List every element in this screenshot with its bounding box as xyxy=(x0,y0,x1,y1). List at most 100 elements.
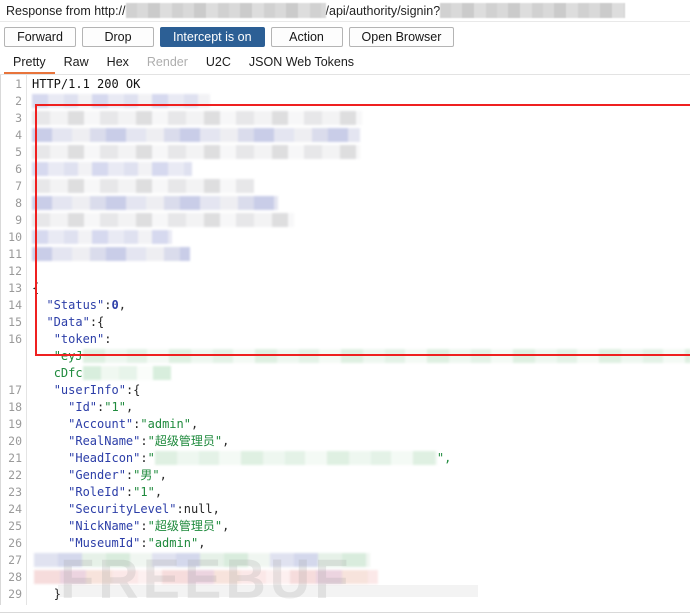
json-colon: : xyxy=(104,332,112,346)
json-brace-open-data: :{ xyxy=(89,315,105,329)
redacted-header xyxy=(32,247,190,261)
json-colon: : xyxy=(140,434,148,448)
line-number: 10 xyxy=(8,230,22,244)
json-key-account: "Account" xyxy=(68,417,134,431)
tab-hex[interactable]: Hex xyxy=(98,53,138,74)
json-key-headicon: "HeadIcon" xyxy=(68,451,141,465)
line-number: 20 xyxy=(8,434,22,448)
forward-button[interactable]: Forward xyxy=(4,26,76,47)
line-number-gutter: 1 2 3 4 5 6 7 8 9 10 11 12 13 14 15 16 1… xyxy=(0,75,27,605)
redacted-header xyxy=(32,162,192,176)
intercept-toolbar: Forward Drop Intercept is on Action Open… xyxy=(0,22,690,51)
redacted-query xyxy=(440,3,626,18)
line-number: 18 xyxy=(8,400,22,414)
code-line-10 xyxy=(28,229,690,246)
code-line-21: "HeadIcon":" ", xyxy=(28,450,690,467)
code-line-2 xyxy=(28,93,690,110)
title-prefix: Response from http:// xyxy=(6,3,126,18)
line-number: 26 xyxy=(8,536,22,550)
json-value-realname: "超级管理员" xyxy=(147,434,223,448)
code-line-5 xyxy=(28,144,690,161)
code-line-23: "RoleId":"1", xyxy=(28,484,690,501)
code-line-13: { xyxy=(28,280,690,297)
code-content[interactable]: HTTP/1.1 200 OK { "Status":0, "Data":{ "… xyxy=(28,75,690,605)
tab-pretty[interactable]: Pretty xyxy=(4,53,55,74)
code-line-18: "Id":"1", xyxy=(28,399,690,416)
json-comma: , xyxy=(118,298,126,312)
tab-u2c[interactable]: U2C xyxy=(197,53,240,74)
redacted-header xyxy=(32,145,360,159)
redacted-header xyxy=(32,196,278,210)
tab-json-web-tokens[interactable]: JSON Web Tokens xyxy=(240,53,363,74)
open-browser-button[interactable]: Open Browser xyxy=(348,26,455,47)
json-value-securitylevel: null xyxy=(183,502,213,516)
code-line-11 xyxy=(28,246,690,263)
code-line-3 xyxy=(28,110,690,127)
tab-raw[interactable]: Raw xyxy=(55,53,98,74)
line-number: 16 xyxy=(8,332,22,346)
json-value-status: 0 xyxy=(111,298,119,312)
line-number: 11 xyxy=(8,247,22,261)
json-key-userinfo: "userInfo" xyxy=(53,383,126,397)
line-number: 3 xyxy=(15,111,22,125)
line-number: 19 xyxy=(8,417,22,431)
json-colon: : xyxy=(140,451,148,465)
json-brace-close-data: } xyxy=(39,604,46,605)
redacted-header xyxy=(32,213,294,227)
line-number: 14 xyxy=(8,298,22,312)
json-comma: , xyxy=(222,519,230,533)
title-path: /api/authority/signin? xyxy=(325,3,441,18)
line-number: 8 xyxy=(15,196,22,210)
json-comma: , xyxy=(125,400,134,414)
json-value-token-tail: cDfc xyxy=(53,366,83,380)
line-number: 9 xyxy=(15,213,22,227)
status-line-text: HTTP/1.1 200 OK xyxy=(32,77,141,91)
line-number-spacer xyxy=(0,348,26,365)
editor-left-edge xyxy=(0,75,1,605)
line-number: 7 xyxy=(15,179,22,193)
response-editor[interactable]: 1 2 3 4 5 6 7 8 9 10 11 12 13 14 15 16 1… xyxy=(0,75,690,605)
line-number: 23 xyxy=(8,485,22,499)
line-number: 15 xyxy=(8,315,22,329)
code-line-4 xyxy=(28,127,690,144)
json-comma: , xyxy=(212,502,220,516)
redacted-token-tail xyxy=(82,366,171,380)
line-number: 4 xyxy=(15,128,22,142)
line-number: 22 xyxy=(8,468,22,482)
redacted-header xyxy=(32,111,362,125)
tab-render: Render xyxy=(146,55,188,69)
line-number: 24 xyxy=(8,502,22,516)
code-line-16: "token": xyxy=(28,331,690,348)
action-button[interactable]: Action xyxy=(270,26,343,47)
code-line-20: "RealName":"超级管理员", xyxy=(28,433,690,450)
code-line-19: "Account":"admin", xyxy=(28,416,690,433)
code-line-7 xyxy=(28,178,690,195)
json-key-securitylevel: "SecurityLevel" xyxy=(68,502,177,516)
redacted-header xyxy=(32,128,360,142)
line-number: 30 xyxy=(0,603,26,605)
viewer-tabs: Pretty Raw Hex Render U2C JSON Web Token… xyxy=(0,51,690,75)
line-number: 17 xyxy=(8,383,22,397)
json-key-status: "Status" xyxy=(46,298,105,312)
redacted-token-body xyxy=(82,349,690,363)
json-comma: , xyxy=(154,485,163,499)
code-line-25: "NickName":"超级管理员", xyxy=(28,518,690,535)
json-key-realname: "RealName" xyxy=(68,434,141,448)
code-line-8 xyxy=(28,195,690,212)
code-line-6 xyxy=(28,161,690,178)
line-number: 5 xyxy=(15,145,22,159)
line-number-spacer xyxy=(0,365,26,382)
code-line-9 xyxy=(28,212,690,229)
code-line-1: HTTP/1.1 200 OK xyxy=(28,76,690,93)
json-value-gender: "男" xyxy=(133,468,160,482)
json-colon: : xyxy=(140,519,148,533)
json-key-roleid: "RoleId" xyxy=(68,485,126,499)
line-number: 13 xyxy=(8,281,22,295)
code-line-24: "SecurityLevel":null, xyxy=(28,501,690,518)
json-value-headicon-close: ", xyxy=(436,451,452,465)
window-bottom-edge xyxy=(0,608,690,613)
intercept-toggle-button[interactable]: Intercept is on xyxy=(160,26,265,47)
redacted-header xyxy=(32,179,254,193)
json-value-nickname: "超级管理员" xyxy=(147,519,223,533)
drop-button[interactable]: Drop xyxy=(82,26,154,47)
